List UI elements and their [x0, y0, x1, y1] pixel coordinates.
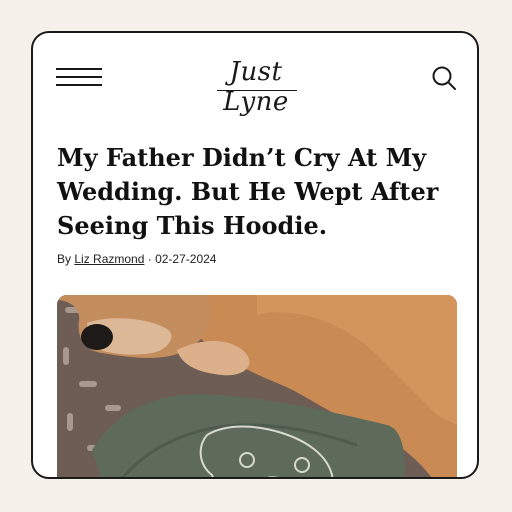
site-header: Just Lyne — [33, 33, 477, 123]
search-icon[interactable] — [431, 65, 457, 91]
author-link[interactable]: Liz Razmond — [74, 252, 144, 266]
hero-image — [57, 295, 457, 477]
byline-prefix: By — [57, 252, 72, 266]
site-logo[interactable]: Just Lyne — [193, 55, 319, 117]
logo-text: Just Lyne — [223, 57, 289, 117]
hamburger-menu-icon[interactable] — [56, 67, 104, 89]
article-date: 02-27-2024 — [155, 252, 217, 266]
article-byline: By Liz Razmond · 02-27-2024 — [57, 252, 457, 266]
phone-frame: Just Lyne My Father Didn’t Cry At My Wed… — [31, 31, 479, 479]
byline-separator: · — [147, 252, 152, 266]
article-title: My Father Didn’t Cry At My Wedding. But … — [57, 143, 439, 240]
